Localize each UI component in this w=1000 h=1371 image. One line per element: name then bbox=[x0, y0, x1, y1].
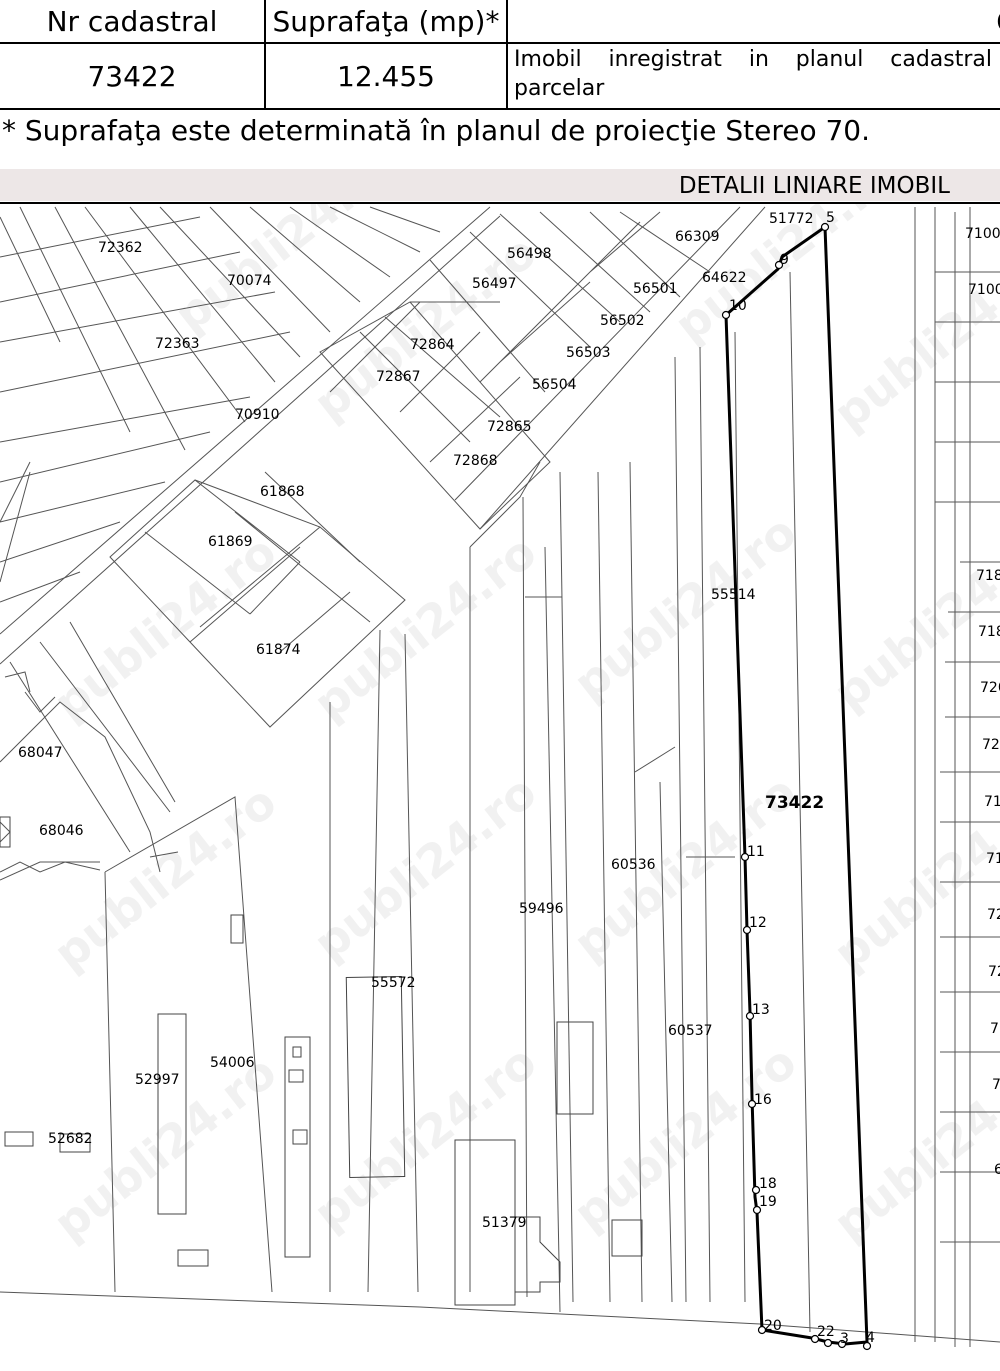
table-header-row: Nr cadastral Suprafaţa (mp)* Observ bbox=[0, 0, 1000, 44]
section-title: DETALII LINIARE IMOBIL bbox=[678, 173, 950, 199]
parcel-label: 56501 bbox=[633, 281, 678, 297]
parcel-label: 72865 bbox=[487, 419, 532, 435]
parcel-label: 51379 bbox=[482, 1215, 527, 1231]
parcel-label: 72363 bbox=[155, 336, 200, 352]
parcel-label: 61874 bbox=[256, 642, 301, 658]
parcel-label: 72 bbox=[988, 964, 1000, 980]
parcel-label: 61868 bbox=[260, 484, 305, 500]
watermark: publi24.ro bbox=[304, 764, 547, 970]
parcel-label: 72867 bbox=[376, 369, 421, 385]
vertex-label: 11 bbox=[747, 844, 765, 860]
parcel-label: 55572 bbox=[371, 975, 416, 991]
header-observations-label: Observ bbox=[518, 5, 1000, 38]
vertex-label: 4 bbox=[866, 1330, 875, 1346]
parcel-label: 54006 bbox=[210, 1055, 255, 1071]
watermark: publi24.ro bbox=[824, 234, 1000, 440]
cell-area: 12.455 bbox=[264, 42, 508, 110]
vertex-label: 9 bbox=[780, 252, 789, 268]
parcel-label: 6 bbox=[994, 1162, 1000, 1178]
parcel-label: 52997 bbox=[135, 1072, 180, 1088]
table-row: 73422 12.455 Imobil inregistrat in planu… bbox=[0, 42, 1000, 110]
subject-parcel-label: 73422 bbox=[765, 793, 824, 813]
vertex-label: 20 bbox=[764, 1318, 782, 1334]
parcel-label: 56498 bbox=[507, 246, 552, 262]
building bbox=[230, 914, 244, 944]
parcel-label: 72864 bbox=[410, 337, 455, 353]
watermark: publi24.ro bbox=[164, 204, 407, 343]
parcel-label: 72 bbox=[987, 907, 1000, 923]
vertex-label: 13 bbox=[752, 1002, 770, 1018]
parcel-label: 56497 bbox=[472, 276, 517, 292]
watermark: publi24.ro bbox=[304, 1034, 547, 1240]
parcel-label: 60536 bbox=[611, 857, 656, 873]
map-canvas: publi24.ro publi24.ro publi24.ro publi24… bbox=[0, 204, 1000, 1351]
parcel-label: 55514 bbox=[711, 587, 756, 603]
building bbox=[556, 1021, 594, 1115]
parcel-label: 7 bbox=[990, 1021, 999, 1037]
building bbox=[292, 1129, 308, 1145]
section-header-bar: DETALII LINIARE IMOBIL bbox=[0, 169, 1000, 201]
vertex-label: 18 bbox=[759, 1176, 777, 1192]
vertex-label: 5 bbox=[826, 210, 835, 226]
parcel-label: 66309 bbox=[675, 229, 720, 245]
watermark: publi24.ro bbox=[304, 524, 547, 730]
building bbox=[177, 1249, 209, 1267]
parcel-label: 52682 bbox=[48, 1131, 93, 1147]
header-cadastral: Nr cadastral bbox=[0, 0, 266, 44]
parcel-label: 72868 bbox=[453, 453, 498, 469]
vertex-label: 19 bbox=[759, 1194, 777, 1210]
parcel-label: 70910 bbox=[235, 407, 280, 423]
vertex-label: 16 bbox=[754, 1092, 772, 1108]
cell-cadastral: 73422 bbox=[0, 42, 266, 110]
watermark: publi24.ro bbox=[44, 524, 287, 730]
parcel-label: 720 bbox=[980, 680, 1000, 696]
building bbox=[288, 1069, 304, 1083]
header-observations: Observ bbox=[506, 0, 1000, 44]
vertex-label: 22 bbox=[817, 1324, 835, 1340]
cell-observation: Imobil inregistrat in planul cadastral p… bbox=[506, 42, 1000, 110]
projection-note: * Suprafaţa este determinată în planul d… bbox=[2, 114, 871, 147]
watermark: publi24.ro bbox=[824, 1044, 1000, 1250]
observation-line-1: Imobil inregistrat in planul cadastral bbox=[514, 47, 992, 72]
building bbox=[4, 1131, 34, 1147]
parcel-label: 56502 bbox=[600, 313, 645, 329]
parcel-label: 68047 bbox=[18, 745, 63, 761]
parcel-label: 71 bbox=[984, 794, 1000, 810]
building bbox=[0, 816, 11, 848]
parcel-label: 68046 bbox=[39, 823, 84, 839]
parcel-label: 70074 bbox=[227, 273, 272, 289]
watermark: publi24.ro bbox=[824, 514, 1000, 720]
parcel-label: 60537 bbox=[668, 1023, 713, 1039]
parcel-label: 56503 bbox=[566, 345, 611, 361]
vertex-label: 3 bbox=[840, 1331, 849, 1347]
parcel-label: 61869 bbox=[208, 534, 253, 550]
parcel-label: 72 bbox=[982, 737, 1000, 753]
parcel-label: 718 bbox=[978, 624, 1000, 640]
parcel-label: 59496 bbox=[519, 901, 564, 917]
parcel-label: 64622 bbox=[702, 270, 747, 286]
vertex-label: 10 bbox=[729, 298, 747, 314]
building bbox=[611, 1219, 643, 1257]
vertex-marker bbox=[823, 1338, 833, 1348]
cadastral-map[interactable]: publi24.ro publi24.ro publi24.ro publi24… bbox=[0, 202, 1000, 1371]
parcel-label: 718 bbox=[976, 568, 1000, 584]
parcel-label: 56504 bbox=[532, 377, 577, 393]
cadastral-table: Nr cadastral Suprafaţa (mp)* Observ 7342… bbox=[0, 0, 1000, 113]
parcel-label: 72362 bbox=[98, 240, 143, 256]
header-area: Suprafaţa (mp)* bbox=[264, 0, 508, 44]
parcel-label: 7100 bbox=[968, 282, 1000, 298]
parcel-label: 71 bbox=[986, 851, 1000, 867]
building bbox=[292, 1046, 302, 1058]
parcel-label: 7100 bbox=[965, 226, 1000, 242]
vertex-label: 12 bbox=[749, 915, 767, 931]
parcel-label: 7 bbox=[992, 1077, 1000, 1093]
parcel-label: 51772 bbox=[769, 211, 814, 227]
observation-line-2: parcelar bbox=[514, 76, 605, 101]
